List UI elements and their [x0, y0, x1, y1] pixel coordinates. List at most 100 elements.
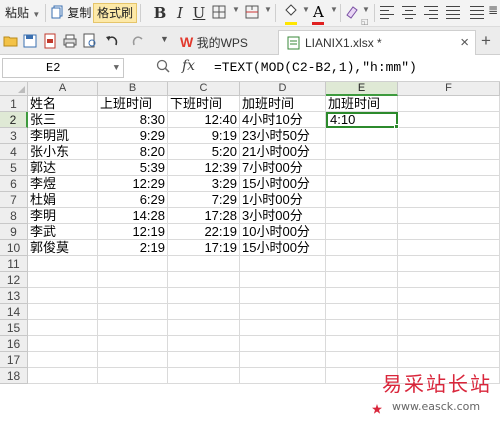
cell-d8[interactable]: 3小时00分 [240, 208, 326, 224]
row-header-13[interactable]: 13 [0, 288, 28, 304]
cell-b8[interactable]: 14:28 [98, 208, 168, 224]
cell-d4[interactable]: 21小时00分 [240, 144, 326, 160]
cell-a12[interactable] [28, 272, 98, 288]
cell-e17[interactable] [326, 352, 398, 368]
cell-c11[interactable] [168, 256, 240, 272]
cell-f7[interactable] [398, 192, 500, 208]
column-header-a[interactable]: A [28, 82, 98, 96]
cell-f15[interactable] [398, 320, 500, 336]
cell-d16[interactable] [240, 336, 326, 352]
cell-e12[interactable] [326, 272, 398, 288]
fill-color-button[interactable] [283, 3, 301, 25]
formula-input[interactable]: =TEXT(MOD(C2-B2,1),"h:mm") [214, 59, 417, 79]
cell-a5[interactable]: 郭达 [28, 160, 98, 176]
fill-handle[interactable] [394, 124, 399, 129]
cell-b5[interactable]: 5:39 [98, 160, 168, 176]
cell-f13[interactable] [398, 288, 500, 304]
cell-f3[interactable] [398, 128, 500, 144]
cell-a3[interactable]: 李明凯 [28, 128, 98, 144]
cell-d2[interactable]: 4小时10分 [240, 112, 326, 128]
chevron-down-icon[interactable]: ▼ [362, 5, 370, 14]
cell-d1[interactable]: 加班时间 [240, 96, 326, 112]
cell-d7[interactable]: 1小时00分 [240, 192, 326, 208]
cell-b15[interactable] [98, 320, 168, 336]
cell-e13[interactable] [326, 288, 398, 304]
cell-a7[interactable]: 杜娟 [28, 192, 98, 208]
column-header-c[interactable]: C [168, 82, 240, 96]
cell-c17[interactable] [168, 352, 240, 368]
row-header-2[interactable]: 2 [0, 112, 28, 128]
row-header-3[interactable]: 3 [0, 128, 28, 144]
cell-f9[interactable] [398, 224, 500, 240]
cell-b14[interactable] [98, 304, 168, 320]
cell-e8[interactable] [326, 208, 398, 224]
cell-c16[interactable] [168, 336, 240, 352]
cell-c13[interactable] [168, 288, 240, 304]
cell-e16[interactable] [326, 336, 398, 352]
format-painter-button[interactable]: 格式刷 [93, 3, 138, 23]
chevron-down-icon[interactable]: ▼ [232, 5, 240, 14]
chevron-down-icon[interactable]: ▼ [330, 5, 338, 14]
row-header-7[interactable]: 7 [0, 192, 28, 208]
row-header-14[interactable]: 14 [0, 304, 28, 320]
underline-button[interactable]: U [190, 2, 208, 24]
cell-f17[interactable] [398, 352, 500, 368]
borders-button[interactable] [212, 5, 228, 21]
cell-e10[interactable] [326, 240, 398, 256]
cell-e3[interactable] [326, 128, 398, 144]
cell-f8[interactable] [398, 208, 500, 224]
cell-c2[interactable]: 12:40 [168, 112, 240, 128]
row-header-8[interactable]: 8 [0, 208, 28, 224]
cell-a17[interactable] [28, 352, 98, 368]
row-header-11[interactable]: 11 [0, 256, 28, 272]
cell-b10[interactable]: 2:19 [98, 240, 168, 256]
cell-e14[interactable] [326, 304, 398, 320]
cell-e4[interactable] [326, 144, 398, 160]
bold-button[interactable]: B [151, 2, 169, 24]
column-header-d[interactable]: D [240, 82, 326, 96]
cell-b2[interactable]: 8:30 [98, 112, 168, 128]
cell-b1[interactable]: 上班时间 [98, 96, 168, 112]
cell-d14[interactable] [240, 304, 326, 320]
clear-format-button[interactable] [344, 4, 362, 22]
cell-a4[interactable]: 张小东 [28, 144, 98, 160]
chevron-down-icon[interactable]: ▼ [264, 5, 272, 14]
cell-b13[interactable] [98, 288, 168, 304]
chevron-down-icon[interactable]: ▼ [302, 5, 310, 14]
cell-f10[interactable] [398, 240, 500, 256]
cell-d15[interactable] [240, 320, 326, 336]
cell-c10[interactable]: 17:19 [168, 240, 240, 256]
cell-f6[interactable] [398, 176, 500, 192]
cell-d5[interactable]: 7小时00分 [240, 160, 326, 176]
cell-c12[interactable] [168, 272, 240, 288]
column-header-e[interactable]: E [326, 82, 398, 96]
cell-f1[interactable] [398, 96, 500, 112]
cell-b12[interactable] [98, 272, 168, 288]
justify-icon[interactable] [446, 5, 460, 19]
cell-c7[interactable]: 7:29 [168, 192, 240, 208]
cell-d17[interactable] [240, 352, 326, 368]
select-all-corner[interactable] [0, 82, 28, 96]
cell-e6[interactable] [326, 176, 398, 192]
insert-function-button[interactable]: fx [182, 58, 195, 74]
row-header-9[interactable]: 9 [0, 224, 28, 240]
row-header-6[interactable]: 6 [0, 176, 28, 192]
row-header-18[interactable]: 18 [0, 368, 28, 384]
new-tab-button[interactable]: + [481, 30, 491, 52]
row-header-1[interactable]: 1 [0, 96, 28, 112]
cell-f11[interactable] [398, 256, 500, 272]
cell-d9[interactable]: 10小时00分 [240, 224, 326, 240]
align-top-left-icon[interactable] [380, 5, 394, 19]
cell-e11[interactable] [326, 256, 398, 272]
cell-d18[interactable] [240, 368, 326, 384]
zoom-search-icon[interactable] [156, 59, 170, 73]
paste-button[interactable]: 粘贴 ▼ [2, 3, 43, 23]
row-header-16[interactable]: 16 [0, 336, 28, 352]
cell-a1[interactable]: 姓名 [28, 96, 98, 112]
cell-c9[interactable]: 22:19 [168, 224, 240, 240]
export-pdf-icon[interactable] [42, 33, 58, 49]
save-icon[interactable] [22, 33, 38, 49]
row-header-17[interactable]: 17 [0, 352, 28, 368]
cell-b16[interactable] [98, 336, 168, 352]
cell-f14[interactable] [398, 304, 500, 320]
